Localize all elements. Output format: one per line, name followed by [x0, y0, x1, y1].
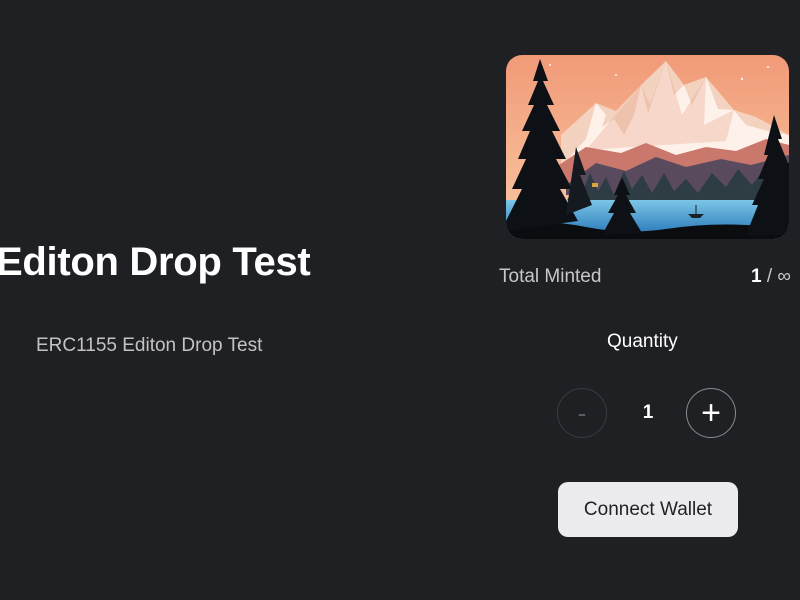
quantity-value: 1 [642, 402, 654, 423]
connect-wallet-button[interactable]: Connect Wallet [558, 482, 738, 537]
max-supply: ∞ [777, 266, 791, 287]
plus-icon: + [701, 393, 721, 432]
minted-count: 1 [751, 266, 762, 287]
total-minted-label: Total Minted [499, 266, 602, 287]
nft-artwork-image [506, 55, 789, 239]
total-minted-value: 1 / ∞ [751, 266, 791, 288]
decrement-quantity-button[interactable]: - [557, 388, 607, 438]
minus-icon: - [577, 397, 587, 428]
quantity-label: Quantity [607, 331, 678, 352]
drop-description: ERC1155 Editon Drop Test [36, 335, 263, 356]
increment-quantity-button[interactable]: + [686, 388, 736, 438]
mountain-landscape-illustration [506, 55, 789, 239]
minted-separator: / [761, 266, 778, 287]
connect-wallet-label: Connect Wallet [583, 498, 713, 520]
drop-title: Editon Drop Test [0, 240, 311, 284]
